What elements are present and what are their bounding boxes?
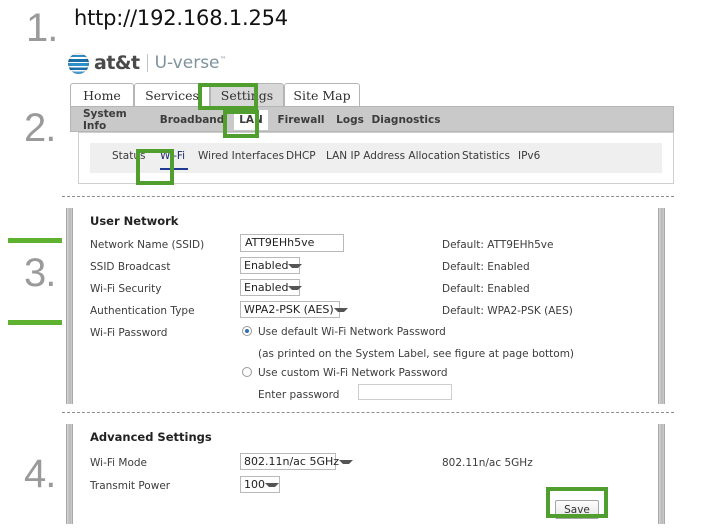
wifi-security-default-text: Default: Enabled [442, 283, 530, 295]
highlight-lan-subnav [223, 110, 259, 138]
label-wifi-mode: Wi-Fi Mode [90, 457, 147, 469]
radio-use-custom-password[interactable] [242, 367, 252, 377]
tab-home[interactable]: Home [70, 83, 134, 106]
tab-lan-ip-allocation[interactable]: LAN IP Address Allocation [326, 150, 460, 166]
subnav-firewall[interactable]: Firewall [276, 110, 326, 130]
chevron-down-icon [288, 286, 302, 290]
section-right-rail [658, 208, 665, 404]
wifi-mode-default-text: 802.11n/ac 5GHz [442, 457, 533, 469]
radio-use-default-password-label: Use default Wi-Fi Network Password [258, 326, 446, 338]
trademark-symbol: ™ [220, 55, 227, 63]
ssid-default-text: Default: ATT9EHh5ve [442, 239, 553, 251]
label-ssid-broadcast: SSID Broadcast [90, 261, 170, 273]
step-number-2: 2. [24, 108, 55, 148]
wifi-security-select[interactable]: Enabled [240, 279, 300, 296]
label-network-name: Network Name (SSID) [90, 239, 204, 251]
att-uverse-logo: at&t U-verse™ [68, 48, 227, 78]
uverse-text: U-verse [155, 53, 220, 73]
att-wordmark: at&t [94, 54, 140, 73]
uverse-wordmark: U-verse™ [155, 55, 227, 72]
chevron-down-icon [288, 264, 302, 268]
att-globe-icon [68, 53, 89, 74]
authentication-type-default-text: Default: WPA2-PSK (AES) [442, 305, 573, 317]
default-password-note: (as printed on the System Label, see fig… [258, 348, 574, 360]
primary-tab-bar: Home Services Settings Site Map [70, 83, 674, 106]
authentication-type-value: WPA2-PSK (AES) [244, 303, 334, 316]
subnav-system-info[interactable]: System Info [79, 110, 149, 130]
chevron-down-icon [339, 460, 353, 464]
tab-dhcp[interactable]: DHCP [286, 150, 316, 166]
wifi-mode-select[interactable]: 802.11n/ac 5GHz [240, 453, 336, 470]
highlight-save-button [546, 487, 608, 518]
label-wifi-security: Wi-Fi Security [90, 283, 162, 295]
secondary-nav-bar: System Info Broadband LAN Firewall Logs … [70, 106, 674, 132]
label-transmit-power: Transmit Power [90, 480, 170, 492]
tertiary-tab-bar: Status Wi-Fi Wired Interfaces DHCP LAN I… [90, 143, 662, 173]
section-right-rail [658, 424, 665, 524]
radio-use-default-password[interactable] [242, 326, 252, 336]
section-left-rail [66, 208, 73, 404]
step-number-1: 1. [26, 8, 57, 48]
section-divider-top [62, 196, 674, 197]
highlight-settings-tab [198, 83, 258, 110]
subnav-diagnostics[interactable]: Diagnostics [374, 110, 438, 130]
ssid-input[interactable]: ATT9EHh5ve [240, 234, 344, 252]
wifi-mode-value: 802.11n/ac 5GHz [244, 455, 339, 468]
chevron-down-icon [265, 483, 279, 487]
advanced-settings-title: Advanced Settings [90, 430, 212, 444]
wifi-security-value: Enabled [244, 281, 288, 294]
screenshot-root: 1. 2. 3. 4. http://192.168.1.254 at&t U-… [0, 0, 706, 529]
step-number-3: 3. [24, 253, 55, 293]
ssid-broadcast-default-text: Default: Enabled [442, 261, 530, 273]
highlight-wifi-tab [136, 149, 174, 185]
section-divider-bottom [62, 412, 674, 413]
radio-use-custom-password-label: Use custom Wi-Fi Network Password [258, 367, 448, 379]
logo-divider [147, 54, 148, 72]
router-url-text: http://192.168.1.254 [74, 6, 288, 30]
ssid-broadcast-value: Enabled [244, 259, 288, 272]
user-network-section: User Network Network Name (SSID) ATT9EHh… [66, 204, 670, 409]
section-left-rail [66, 424, 73, 524]
label-authentication-type: Authentication Type [90, 305, 195, 317]
tab-ipv6[interactable]: IPv6 [518, 150, 540, 166]
tab-site-map[interactable]: Site Map [284, 83, 360, 106]
transmit-power-select[interactable]: 100 [240, 476, 280, 493]
tab-statistics[interactable]: Statistics [462, 150, 510, 166]
label-enter-password: Enter password [258, 389, 339, 401]
transmit-power-value: 100 [244, 478, 265, 491]
enter-password-input[interactable] [358, 384, 452, 400]
subnav-broadband[interactable]: Broadband [158, 110, 226, 130]
step-number-4: 4. [24, 454, 55, 494]
chevron-down-icon [334, 308, 348, 312]
authentication-type-select[interactable]: WPA2-PSK (AES) [240, 301, 340, 318]
tab-wired-interfaces[interactable]: Wired Interfaces [198, 150, 284, 166]
user-network-title: User Network [90, 214, 178, 228]
label-wifi-password: Wi-Fi Password [90, 327, 167, 339]
router-admin-page: at&t U-verse™ Home Services Settings Sit… [62, 44, 674, 529]
ssid-broadcast-select[interactable]: Enabled [240, 257, 300, 274]
subnav-logs[interactable]: Logs [334, 110, 366, 130]
